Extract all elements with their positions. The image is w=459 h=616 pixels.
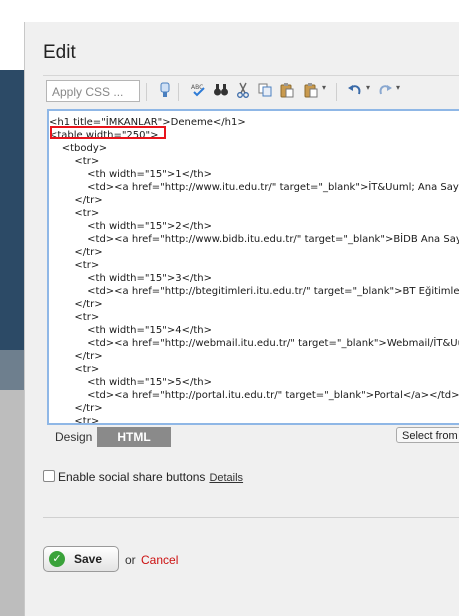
code-line: <th width="15">5</th>: [49, 377, 212, 388]
code-line: <th width="15">4</th>: [49, 325, 212, 336]
code-line: <tr>: [49, 208, 100, 219]
html-source-editor[interactable]: <h1 title="İMKANLAR">Deneme</h1> <table …: [47, 109, 459, 425]
actions-divider: [43, 517, 459, 518]
code-line: <td><a href="http://www.itu.edu.tr/" tar…: [49, 182, 459, 193]
details-link[interactable]: Details: [209, 472, 243, 484]
background-image-strip: [0, 70, 24, 350]
social-share-label: Enable social share buttons: [58, 470, 206, 484]
tab-design[interactable]: Design: [55, 430, 92, 444]
code-line: <td><a href="http://www.bidb.itu.edu.tr/…: [49, 234, 459, 245]
save-button[interactable]: ✓ Save: [43, 546, 119, 572]
chevron-down-icon[interactable]: ▾: [366, 83, 370, 92]
title-divider: [43, 75, 459, 76]
editor-toolbar: Apply CSS ... ABC ▾ ▾ ▾: [46, 80, 459, 106]
dialog-title: Edit: [43, 42, 76, 63]
chevron-down-icon[interactable]: ▾: [396, 83, 400, 92]
find-icon[interactable]: [212, 82, 230, 100]
code-line: </tr>: [49, 299, 103, 310]
paste-icon[interactable]: [278, 82, 296, 100]
code-line: <tr>: [49, 364, 100, 375]
spellcheck-icon[interactable]: ABC: [190, 82, 208, 100]
code-line: <th width="15">2</th>: [49, 221, 212, 232]
select-from-button[interactable]: Select from: [396, 427, 459, 443]
code-line: <tr>: [49, 260, 100, 271]
code-line: <td><a href="http://webmail.itu.edu.tr/"…: [49, 338, 459, 349]
code-line: <tr>: [49, 312, 100, 323]
toolbar-separator: [336, 83, 337, 101]
undo-icon[interactable]: [346, 82, 364, 100]
cancel-link[interactable]: Cancel: [141, 553, 178, 567]
toolbar-separator: [178, 83, 179, 101]
code-line: </tr>: [49, 247, 103, 258]
social-share-row: Enable social share buttons Details: [43, 470, 243, 484]
or-text: or: [125, 553, 136, 567]
copy-icon[interactable]: [256, 82, 274, 100]
code-line: <td><a href="http://btegitimleri.itu.edu…: [49, 286, 459, 297]
cut-icon[interactable]: [234, 82, 252, 100]
tab-html[interactable]: HTML: [97, 427, 171, 447]
code-line: <tr>: [49, 156, 100, 167]
highlight-annotation: [50, 126, 166, 139]
check-icon: ✓: [49, 551, 65, 567]
style-icon[interactable]: [156, 82, 174, 100]
code-line: <tbody>: [49, 143, 108, 154]
code-line: </tr>: [49, 403, 103, 414]
redo-icon[interactable]: [376, 82, 394, 100]
code-line: <th width="15">3</th>: [49, 273, 212, 284]
paste-special-icon[interactable]: [302, 82, 320, 100]
apply-css-select[interactable]: Apply CSS ...: [46, 80, 140, 102]
background-gray-strip: [0, 390, 24, 616]
toolbar-separator: [146, 83, 147, 101]
save-label: Save: [74, 552, 103, 566]
code-line: </tr>: [49, 351, 103, 362]
code-line: </tr>: [49, 195, 103, 206]
social-share-checkbox[interactable]: [43, 470, 55, 482]
edit-dialog: Edit Apply CSS ... ABC ▾ ▾ ▾ <h1 title="…: [24, 22, 459, 616]
code-line: <tr>: [49, 416, 100, 425]
code-line: <td><a href="http://portal.itu.edu.tr/" …: [49, 390, 459, 401]
code-line: <th width="15">1</th>: [49, 169, 212, 180]
chevron-down-icon[interactable]: ▾: [322, 83, 326, 92]
background-image-strip-lower: [0, 350, 24, 390]
